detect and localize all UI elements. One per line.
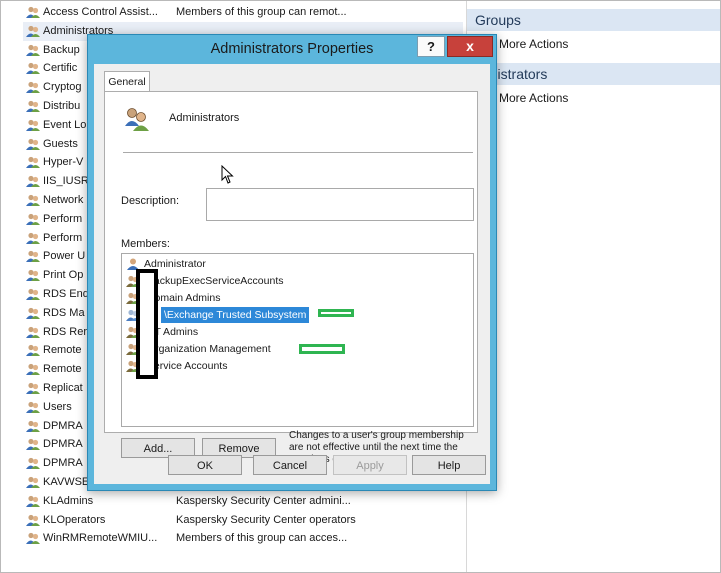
group-icon <box>26 176 40 188</box>
mouse-cursor-icon <box>221 165 234 184</box>
group-icon <box>26 345 40 357</box>
group-icon <box>26 458 40 470</box>
group-icon <box>26 401 40 413</box>
group-description: Members of this group can acces... <box>176 532 348 545</box>
actions-header-groups: Groups <box>467 9 720 31</box>
group-icon <box>26 6 40 18</box>
group-name: KLOperators <box>43 513 106 526</box>
group-icon <box>26 213 40 225</box>
group-icon <box>26 63 40 75</box>
group-icon <box>26 382 40 394</box>
group-name: Access Control Assist... <box>43 6 158 18</box>
group-icon <box>125 108 149 131</box>
group-icon <box>26 420 40 432</box>
group-icon <box>26 138 40 150</box>
group-icon <box>26 514 40 526</box>
group-icon <box>26 270 40 282</box>
group-icon <box>26 232 40 244</box>
group-name: WinRMRemoteWMIU... <box>43 532 158 545</box>
highlight-annotation <box>318 309 354 317</box>
group-description: Kaspersky Security Center operators <box>176 513 356 526</box>
group-icon <box>26 100 40 112</box>
tab-general[interactable]: General <box>104 71 150 92</box>
group-icon <box>26 326 40 338</box>
actions-header-administrators: ministrators <box>467 63 720 85</box>
group-name: KLAdmins <box>43 494 94 507</box>
group-icon <box>26 119 40 131</box>
group-description: Members of this group can remot... <box>176 6 347 18</box>
group-icon <box>26 82 40 94</box>
group-icon <box>26 533 40 545</box>
group-icon <box>26 44 40 56</box>
group-row[interactable]: KLOperators Kaspersky Security Center ope… <box>23 511 463 530</box>
description-field[interactable] <box>206 188 474 221</box>
administrators-properties-dialog: Administrators Properties ? x General Ad… <box>87 34 497 491</box>
close-button[interactable]: x <box>447 36 493 57</box>
group-icon <box>26 194 40 206</box>
help-button[interactable]: Help <box>412 455 486 475</box>
cancel-button[interactable]: Cancel <box>253 455 327 475</box>
members-list[interactable]: Administrator \BackupExecServiceAccounts… <box>121 253 474 427</box>
group-icon <box>26 251 40 263</box>
group-row[interactable]: KLAdmins Kaspersky Security Center admini… <box>23 492 463 511</box>
group-description: Kaspersky Security Center admini... <box>176 494 351 507</box>
apply-button[interactable]: Apply <box>333 455 407 475</box>
group-icon <box>26 476 40 488</box>
highlight-annotation <box>299 344 345 354</box>
help-title-button[interactable]: ? <box>417 36 445 57</box>
member-text: \Organization Management <box>144 343 271 355</box>
separator <box>123 152 473 153</box>
screenshot-frame: Access Control Assist... Members of this … <box>0 0 721 573</box>
group-name: Administrators <box>169 112 240 124</box>
group-icon <box>26 439 40 451</box>
redaction-box <box>136 269 158 379</box>
description-label: Description: <box>121 195 180 207</box>
group-icon <box>26 364 40 376</box>
group-icon <box>26 25 40 37</box>
general-tab-panel: Administrators Description: Members: Adm… <box>104 91 478 465</box>
group-icon <box>26 495 40 507</box>
ok-button[interactable]: OK <box>168 455 242 475</box>
member-text: \Exchange Trusted Subsystem <box>161 307 310 323</box>
group-icon <box>26 307 40 319</box>
group-row[interactable]: WinRMRemoteWMIU... Members of this group … <box>23 529 463 548</box>
more-actions-link[interactable]: More Actions <box>499 37 568 51</box>
actions-pane: Groups More Actions ministrators More Ac… <box>466 1 720 572</box>
member-text: \BackupExecServiceAccounts <box>144 275 284 287</box>
members-label: Members: <box>121 238 170 250</box>
dialog-client-area: General Administrators Description: Memb… <box>94 64 490 484</box>
group-row[interactable]: Access Control Assist... Members of this … <box>23 3 463 22</box>
group-icon <box>26 288 40 300</box>
more-actions-link[interactable]: More Actions <box>499 91 568 105</box>
group-icon <box>26 157 40 169</box>
